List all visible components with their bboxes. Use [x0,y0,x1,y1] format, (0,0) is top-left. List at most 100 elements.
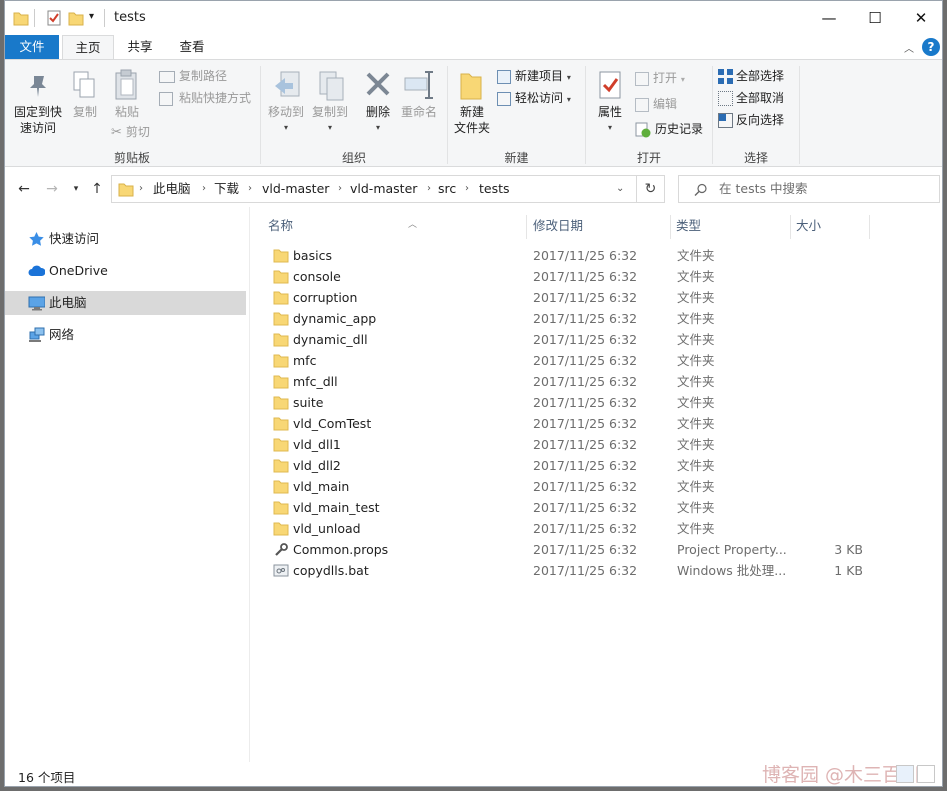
file-type: 文件夹 [677,458,715,473]
new-folder-button[interactable]: 新建 文件夹 [451,104,493,136]
collapse-ribbon-icon[interactable]: ︿ [904,40,914,55]
delete-button[interactable]: 删除 ▾ [358,104,398,136]
file-row[interactable]: dynamic_dll 2017/11/25 6:32 文件夹 [268,329,868,350]
close-button[interactable]: ✕ [898,1,942,35]
tab-view[interactable]: 查看 [169,35,215,59]
paste-button[interactable]: 粘贴 [107,104,147,120]
file-type: 文件夹 [677,269,715,284]
maximize-button[interactable]: ☐ [852,1,898,35]
file-row[interactable]: basics 2017/11/25 6:32 文件夹 [268,245,868,266]
file-row[interactable]: vld_main_test 2017/11/25 6:32 文件夹 [268,497,868,518]
tab-share[interactable]: 共享 [117,35,163,59]
file-row[interactable]: Common.props 2017/11/25 6:32 Project Prope… [268,539,868,560]
breadcrumb-vld-master-2[interactable]: vld-master [350,176,417,202]
file-row[interactable]: vld_unload 2017/11/25 6:32 文件夹 [268,518,868,539]
column-header-size[interactable]: 大小 [796,215,866,237]
nav-item-network[interactable]: 网络 [5,323,246,347]
column-divider[interactable] [869,215,870,239]
details-view-icon[interactable] [896,765,914,783]
search-box[interactable]: 在 tests 中搜索 [678,175,940,203]
file-row[interactable]: dynamic_app 2017/11/25 6:32 文件夹 [268,308,868,329]
title-bar: ▾ tests — ☐ ✕ [5,1,942,35]
file-row[interactable]: corruption 2017/11/25 6:32 文件夹 [268,287,868,308]
new-folder-icon[interactable] [68,9,84,27]
file-row[interactable]: vld_dll2 2017/11/25 6:32 文件夹 [268,455,868,476]
properties-button[interactable]: 属性 ▾ [591,104,629,136]
search-input[interactable]: 在 tests 中搜索 [719,176,807,202]
rename-button[interactable]: 重命名 [397,104,441,120]
easy-access-button[interactable]: 轻松访问 ▾ [497,88,571,108]
move-to-icon [275,71,300,97]
cut-button[interactable]: ✂ 剪切 [111,122,150,142]
file-name: vld_ComTest [293,416,372,431]
nav-item-onedrive[interactable]: OneDrive [5,259,246,283]
column-header-date[interactable]: 修改日期 [533,215,668,237]
dropdown-arrow-icon: ▾ [283,123,288,132]
file-row[interactable]: vld_ComTest 2017/11/25 6:32 文件夹 [268,413,868,434]
breadcrumb-src[interactable]: src [438,176,456,202]
file-row[interactable]: mfc_dll 2017/11/25 6:32 文件夹 [268,371,868,392]
help-icon[interactable]: ? [922,38,940,56]
back-arrow-icon[interactable]: ← [14,179,34,199]
column-divider[interactable] [526,215,527,239]
file-row[interactable]: copydlls.bat 2017/11/25 6:32 Windows 批处理..… [268,560,868,581]
dropdown-arrow-icon: ▾ [566,73,571,82]
copy-path-button[interactable]: 复制路径 [159,66,227,86]
breadcrumb-tests[interactable]: tests [479,176,510,202]
file-row[interactable]: console 2017/11/25 6:32 文件夹 [268,266,868,287]
breadcrumb-downloads[interactable]: 下载 [214,176,239,202]
history-button[interactable]: 历史记录 [635,119,703,139]
select-all-button[interactable]: 全部选择 [718,66,784,86]
file-row[interactable]: vld_main 2017/11/25 6:32 文件夹 [268,476,868,497]
move-to-button[interactable]: 移动到 ▾ [263,104,309,136]
copy-to-button[interactable]: 复制到 ▾ [307,104,353,136]
refresh-icon[interactable]: ↻ [637,175,665,203]
customize-toolbar-dropdown[interactable]: ▾ [89,11,94,29]
forward-arrow-icon[interactable]: → [42,179,62,199]
breadcrumb-separator-icon: › [338,183,342,194]
file-name: mfc_dll [293,374,338,389]
tab-file[interactable]: 文件 [5,35,59,59]
file-row[interactable]: mfc 2017/11/25 6:32 文件夹 [268,350,868,371]
invert-selection-label: 反向选择 [736,113,785,127]
minimize-button[interactable]: — [806,1,852,35]
open-button[interactable]: 打开 ▾ [635,68,685,88]
invert-selection-button[interactable]: 反向选择 [718,110,784,130]
file-row[interactable]: vld_dll1 2017/11/25 6:32 文件夹 [268,434,868,455]
file-date: 2017/11/25 6:32 [533,290,638,305]
column-header-name[interactable]: 名称 ︿ [268,215,523,237]
properties-icon[interactable] [46,9,62,27]
select-none-button[interactable]: 全部取消 [718,88,784,108]
tab-home[interactable]: 主页 [62,35,114,59]
nav-item-quick-access[interactable]: 快速访问 [5,227,246,251]
paste-shortcut-button[interactable]: 粘贴快捷方式 [159,88,251,108]
large-icons-view-icon[interactable] [917,765,935,783]
column-divider[interactable] [790,215,791,239]
column-header-type[interactable]: 类型 [676,215,786,237]
address-bar[interactable]: › 此电脑 › 下载 › vld-master › vld-master › s… [111,175,637,203]
file-date: 2017/11/25 6:32 [533,332,638,347]
file-name: Common.props [293,542,389,557]
up-arrow-icon[interactable]: ↑ [87,179,107,199]
copy-button[interactable]: 复制 [65,104,105,120]
edit-icon [635,97,649,112]
network-icon [29,327,45,342]
breadcrumb-separator-icon: › [465,183,469,194]
address-history-chevron-icon[interactable]: ⌄ [616,176,624,202]
breadcrumb-this-pc[interactable]: 此电脑 [153,176,191,202]
file-name: corruption [293,290,358,305]
recent-locations-chevron-icon[interactable]: ▾ [66,179,86,199]
new-item-icon [497,69,511,84]
edit-button[interactable]: 编辑 [635,94,677,114]
file-row[interactable]: suite 2017/11/25 6:32 文件夹 [268,392,868,413]
pin-to-quick-access-button[interactable]: 固定到快 速访问 [9,104,67,136]
breadcrumb-vld-master-1[interactable]: vld-master [262,176,329,202]
dropdown-arrow-icon: ▾ [607,123,612,132]
new-item-button[interactable]: 新建项目 ▾ [497,66,571,86]
nav-item-this-pc[interactable]: 此电脑 [5,291,246,315]
column-divider[interactable] [670,215,671,239]
select-none-icon [718,91,733,106]
paste-shortcut-label: 粘贴快捷方式 [179,91,252,105]
select-all-icon [718,69,733,84]
file-date: 2017/11/25 6:32 [533,374,638,389]
